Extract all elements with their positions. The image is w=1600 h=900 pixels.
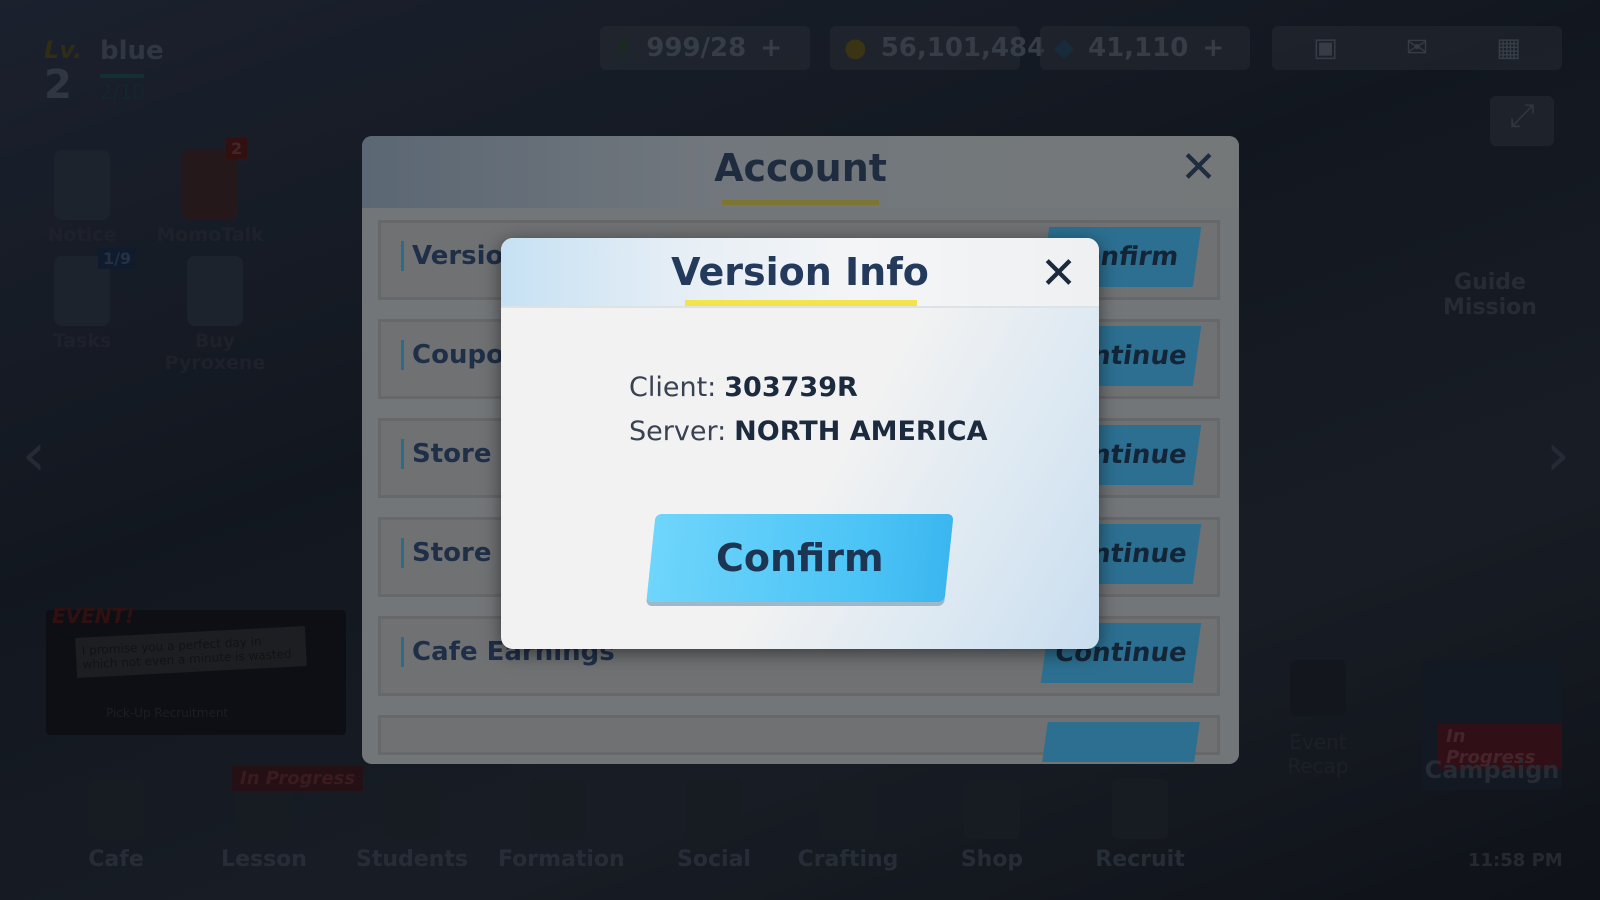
server-info: Server: NORTH AMERICA xyxy=(629,416,987,447)
version-info-dialog: Version Info ✕ Client: 303739R Server: NOR… xyxy=(501,238,1099,649)
confirm-button[interactable]: Confirm xyxy=(646,514,954,602)
client-value: 303739R xyxy=(724,372,858,403)
account-header: Account ✕ xyxy=(362,136,1239,208)
dialog-header: Version Info ✕ xyxy=(501,238,1099,308)
close-icon[interactable]: ✕ xyxy=(1040,252,1077,296)
title-underline xyxy=(685,300,917,306)
row-button[interactable] xyxy=(1042,722,1200,762)
title-underline xyxy=(722,200,879,205)
client-label: Client: xyxy=(629,372,717,403)
server-label: Server: xyxy=(629,416,727,447)
dialog-title: Version Info xyxy=(671,250,929,294)
confirm-label: Confirm xyxy=(716,536,884,580)
account-row-partial xyxy=(378,715,1220,762)
server-value: NORTH AMERICA xyxy=(734,416,988,447)
account-title: Account xyxy=(714,146,887,190)
client-version: Client: 303739R xyxy=(629,372,858,403)
account-close-icon[interactable]: ✕ xyxy=(1180,146,1217,190)
